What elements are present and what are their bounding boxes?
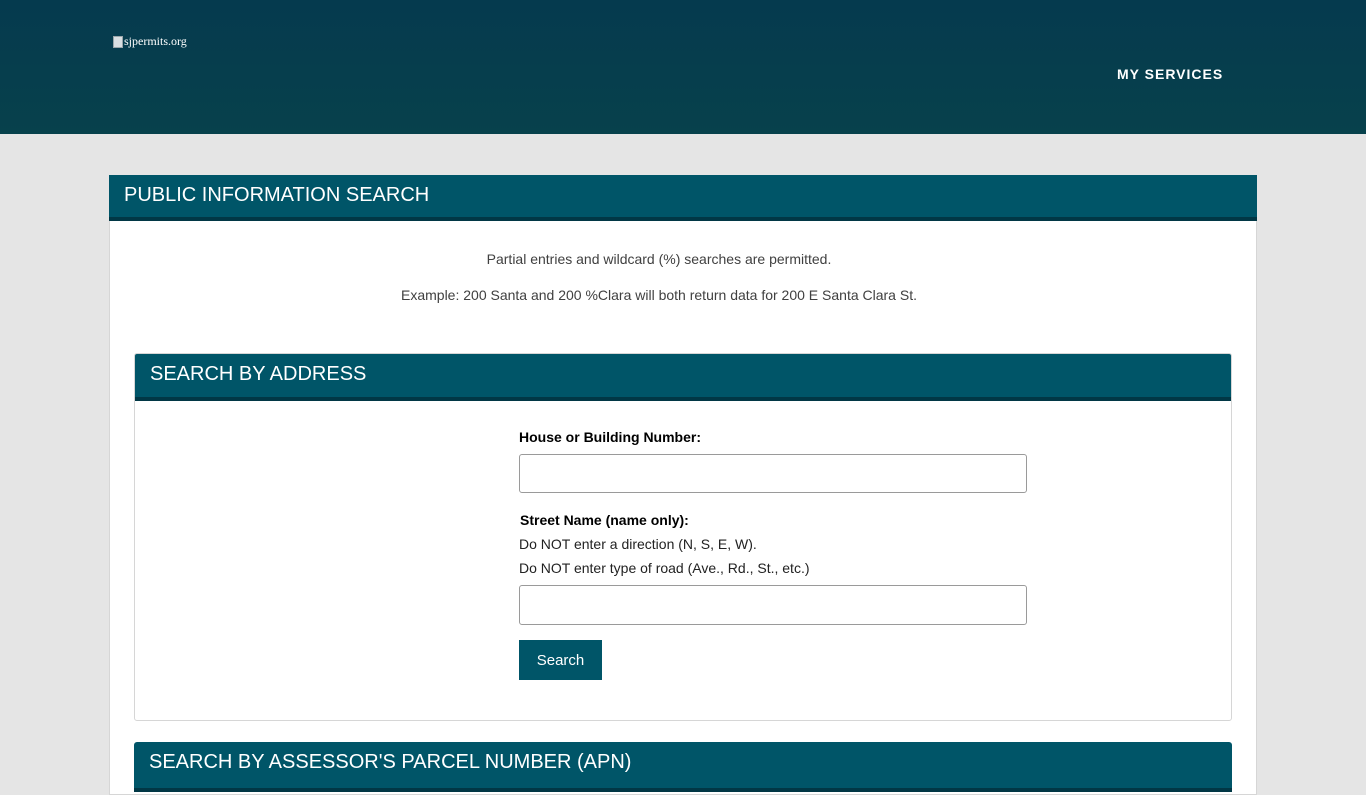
wildcard-info-text: Partial entries and wildcard (%) searche… [486,251,832,267]
section-title: SEARCH BY ADDRESS [135,354,1231,401]
search-by-apn-header[interactable]: SEARCH BY ASSESSOR'S PARCEL NUMBER (APN) [134,742,1232,792]
site-header: sjpermits.org MY SERVICES [0,0,1366,134]
street-name-label: Street Name (name only): [520,512,689,528]
logo-alt-text: sjpermits.org [124,34,187,48]
street-name-input[interactable] [519,585,1027,625]
house-number-input[interactable] [519,454,1027,493]
house-number-label: House or Building Number: [519,429,701,445]
panel-title: PUBLIC INFORMATION SEARCH [109,175,1257,221]
example-info-text: Example: 200 Santa and 200 %Clara will b… [401,287,917,303]
broken-image-icon [113,35,123,48]
street-road-type-note: Do NOT enter type of road (Ave., Rd., St… [519,560,810,576]
nav-my-services[interactable]: MY SERVICES [1117,66,1223,82]
street-direction-note: Do NOT enter a direction (N, S, E, W). [519,536,757,552]
site-logo[interactable]: sjpermits.org [113,34,187,49]
search-button[interactable]: Search [519,640,602,680]
